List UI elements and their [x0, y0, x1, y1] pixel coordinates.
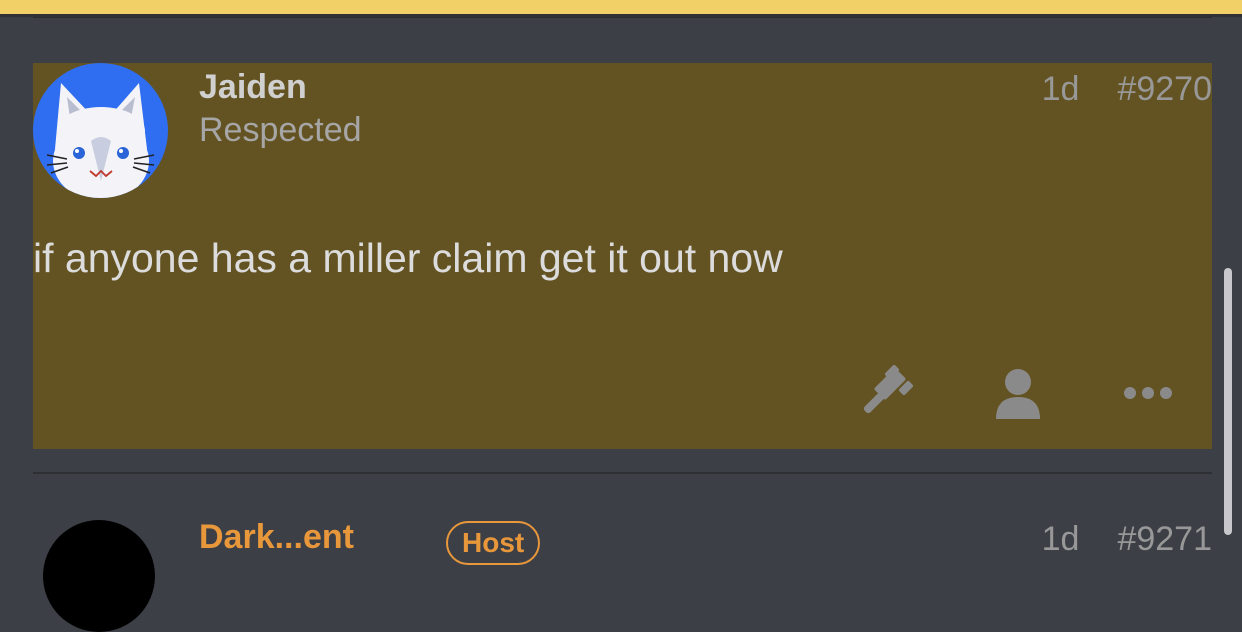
- post-message: if anyone has a miller claim get it out …: [33, 235, 783, 281]
- post-number[interactable]: #9270: [1117, 70, 1212, 108]
- gavel-icon: [863, 365, 913, 414]
- next-post-meta: 1d #9271: [1042, 520, 1212, 559]
- host-badge: Host: [446, 521, 541, 565]
- next-post-number[interactable]: #9271: [1117, 520, 1212, 558]
- post-author-role: Respected: [199, 111, 362, 149]
- next-post-age: 1d: [1041, 520, 1080, 558]
- next-post-author-name[interactable]: Dark...ent: [199, 518, 354, 557]
- post-card: Jaiden Respected 1d #9270 if anyone has a…: [33, 63, 1212, 449]
- post-divider: [33, 472, 1212, 474]
- post-author-name[interactable]: Jaiden: [199, 68, 307, 107]
- moderate-button[interactable]: [856, 363, 916, 423]
- cat-avatar-icon: [46, 83, 155, 198]
- avatar[interactable]: [33, 63, 168, 198]
- user-icon: [996, 369, 1040, 419]
- post-meta: 1d #9270: [1042, 70, 1212, 109]
- profile-button[interactable]: [988, 363, 1048, 423]
- more-icon: [1124, 387, 1172, 399]
- top-highlight-strip: [0, 0, 1242, 14]
- scrollbar[interactable]: [1224, 268, 1232, 535]
- post-age: 1d: [1041, 70, 1080, 108]
- top-divider: [33, 17, 1212, 18]
- more-options-button[interactable]: [1118, 363, 1178, 423]
- next-post-avatar[interactable]: [43, 520, 155, 632]
